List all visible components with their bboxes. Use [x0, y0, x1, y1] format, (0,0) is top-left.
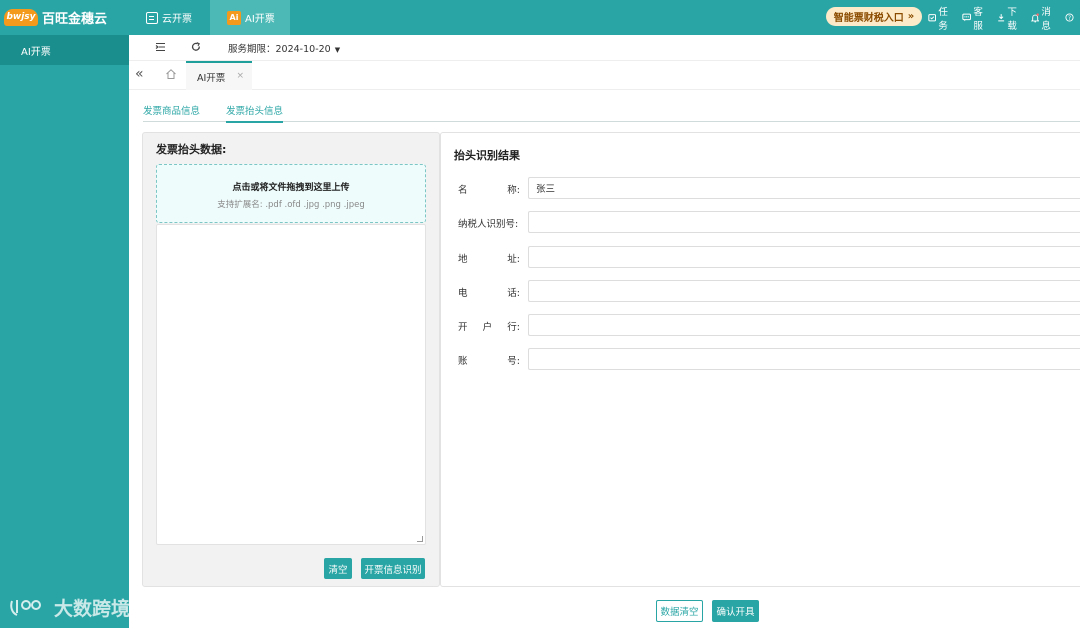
document-icon — [146, 11, 158, 24]
label-part: 电 — [458, 288, 468, 299]
clear-button[interactable]: 清空 — [324, 558, 352, 579]
tabs-view: « AI开票 × — [129, 61, 1080, 90]
service-link[interactable]: 客服 — [962, 4, 991, 32]
sidebar-item-ai-invoice[interactable]: AI开票 — [0, 35, 129, 65]
brand-logo[interactable]: bwjsy 百旺金穗云 — [4, 7, 107, 27]
upload-hint: 点击或将文件拖拽到这里上传 — [232, 183, 350, 193]
sub-tabs: 发票商品信息 发票抬头信息 — [143, 100, 1080, 123]
tab-invoice-header[interactable]: 发票抬头信息 — [226, 103, 284, 123]
top-bar: bwjsy 百旺金穗云 云开票 Ai AI开票 智能票财税入口 » 任务 客服 … — [0, 0, 1080, 35]
service-period-dropdown[interactable]: 服务期限：2024-10-20 ▼ — [228, 41, 340, 55]
ai-icon: Ai — [227, 10, 241, 25]
label-part: 纳税人识别号: — [458, 219, 519, 230]
recognition-result-panel: 抬头识别结果 名 称: 张三 纳税人识别号: 地 址: 电 话: 开 户 行: … — [440, 132, 1080, 587]
label-part: 户 — [482, 322, 493, 333]
label-part: 号: — [507, 356, 520, 367]
bank-field[interactable] — [528, 314, 1080, 336]
label-part: 话: — [507, 288, 520, 299]
download-label: 下载 — [1007, 6, 1017, 32]
upload-extensions: 支持扩展名: .pdf .ofd .jpg .png .jpeg — [217, 200, 365, 210]
view-tab-ai-invoice[interactable]: AI开票 × — [186, 61, 252, 90]
field-label-bank: 开 户 行: — [458, 319, 520, 333]
collapse-tabs-icon[interactable]: « — [135, 66, 144, 82]
brand-name: 百旺金穗云 — [42, 11, 108, 27]
header-data-panel: 发票抬头数据: 点击或将文件拖拽到这里上传 支持扩展名: .pdf .ofd .… — [142, 132, 440, 587]
label-part: 名 — [458, 185, 468, 196]
name-field[interactable]: 张三 — [528, 177, 1080, 199]
watermark-logo-icon — [10, 599, 41, 616]
phone-field[interactable] — [528, 280, 1080, 302]
header-text-area[interactable] — [156, 224, 426, 545]
view-tab-label: AI开票 — [197, 72, 226, 84]
caret-down-icon: ▼ — [334, 46, 341, 54]
double-chevron-right-icon: » — [907, 11, 915, 22]
nav-bar: 服务期限：2024-10-20 ▼ — [129, 35, 1080, 61]
label-part: 地 — [458, 254, 468, 265]
field-label-name: 名 称: — [458, 182, 520, 196]
watermark: 大数跨境 — [8, 594, 130, 621]
sidebar: AI开票 — [0, 35, 129, 628]
close-icon[interactable]: × — [236, 71, 244, 81]
field-label-account: 账 号: — [458, 353, 520, 367]
address-field[interactable] — [528, 246, 1080, 268]
help-button[interactable]: ? — [1065, 13, 1074, 22]
brand-badge: bwjsy — [4, 8, 38, 26]
field-label-phone: 电 话: — [458, 285, 520, 299]
message-link[interactable]: 消息 — [1030, 4, 1059, 32]
bell-icon — [1031, 13, 1039, 23]
top-tab-ai-invoice[interactable]: Ai AI开票 — [210, 0, 290, 35]
download-link[interactable]: 下载 — [997, 4, 1025, 32]
smart-tax-entry-button[interactable]: 智能票财税入口 » — [826, 7, 922, 26]
help-glyph: ? — [1068, 16, 1071, 22]
help-icon: ? — [1065, 13, 1074, 22]
label-part: 址: — [507, 254, 520, 265]
home-icon[interactable] — [165, 68, 177, 80]
tab-invoice-goods[interactable]: 发票商品信息 — [143, 103, 200, 117]
panel-title: 抬头识别结果 — [454, 149, 520, 162]
top-tab-cloud-invoice[interactable]: 云开票 — [132, 0, 210, 35]
watermark-text: 大数跨境 — [54, 598, 131, 620]
message-label: 消息 — [1041, 6, 1051, 32]
file-upload-dropzone[interactable]: 点击或将文件拖拽到这里上传 支持扩展名: .pdf .ofd .jpg .png… — [156, 164, 426, 223]
chat-icon — [962, 13, 971, 22]
sidebar-item-label: AI开票 — [21, 46, 51, 58]
top-tab-label: 云开票 — [162, 14, 192, 25]
account-field[interactable] — [528, 348, 1080, 370]
service-label: 客服 — [973, 6, 983, 32]
task-label: 任务 — [938, 6, 948, 32]
resize-handle-icon[interactable] — [417, 536, 423, 542]
label-part: 开 — [458, 322, 468, 333]
field-label-address: 地 址: — [458, 251, 520, 265]
refresh-icon[interactable] — [191, 42, 201, 52]
top-links: 任务 客服 下载 消息 ? — [928, 0, 1080, 35]
entry-label: 智能票财税入口 — [833, 13, 904, 24]
menu-toggle-icon[interactable] — [155, 42, 166, 52]
top-tab-label: AI开票 — [245, 14, 275, 25]
label-part: 账 — [458, 356, 468, 367]
task-link[interactable]: 任务 — [928, 4, 956, 32]
label-part: 称: — [507, 185, 520, 196]
confirm-issue-button[interactable]: 确认开具 — [712, 600, 759, 622]
field-label-tax-id: 纳税人识别号: — [458, 216, 520, 230]
panel-title: 发票抬头数据: — [156, 143, 227, 156]
recognize-button[interactable]: 开票信息识别 — [361, 558, 425, 579]
download-icon — [998, 14, 1005, 22]
service-period-label: 服务期限：2024-10-20 — [228, 44, 331, 55]
label-part: 行: — [507, 322, 520, 333]
tax-id-field[interactable] — [528, 211, 1080, 233]
task-icon — [928, 14, 937, 22]
clear-data-button[interactable]: 数据清空 — [656, 600, 703, 622]
